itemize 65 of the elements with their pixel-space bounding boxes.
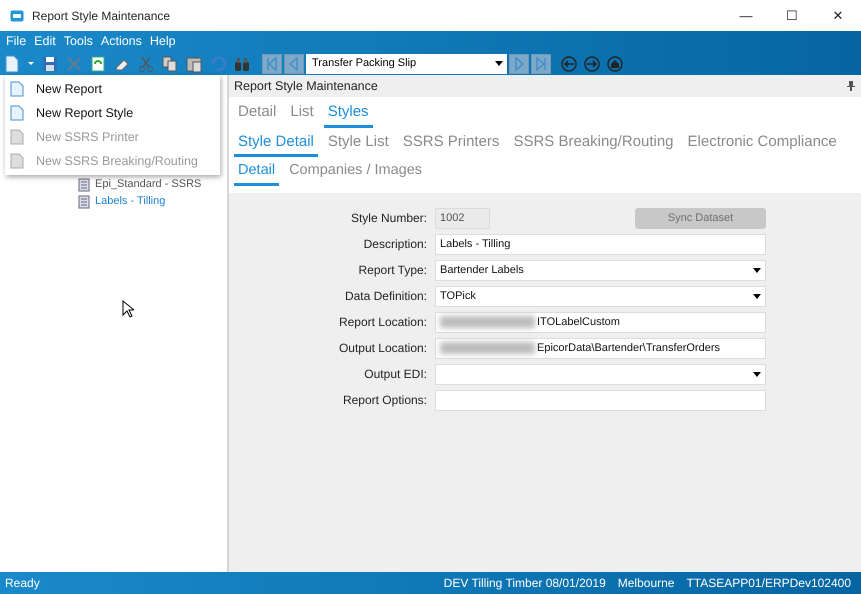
field-label: Report Type: (358, 262, 427, 280)
dropdown-icon (753, 294, 761, 299)
input-field[interactable]: Labels - Tilling (435, 234, 766, 255)
tab[interactable]: Style Detail (234, 130, 318, 157)
tree-item[interactable]: Labels - Tilling (95, 193, 166, 210)
tab[interactable]: Companies / Images (285, 160, 426, 186)
next-record-button[interactable] (509, 54, 529, 74)
status-text: Ready (5, 575, 40, 592)
panel-title: Report Style Maintenance (234, 78, 378, 95)
tab[interactable]: Styles (324, 101, 373, 128)
previous-record-button[interactable] (284, 54, 304, 74)
window-title: Report Style Maintenance (32, 8, 170, 24)
dropdown-icon (495, 61, 503, 66)
tab[interactable]: List (286, 101, 318, 128)
dropdown-field[interactable]: Bartender Labels (435, 260, 766, 281)
menu-item[interactable]: Tools (60, 32, 97, 51)
document-icon (10, 105, 24, 121)
menu-item[interactable]: Actions (96, 32, 146, 51)
report-icon (77, 194, 91, 208)
field-label: Output EDI: (363, 366, 427, 384)
minimize-button[interactable]: — (723, 0, 769, 31)
status-text: TTASEAPP01/ERPDev102400 (686, 575, 851, 592)
input-field[interactable]: ITOLabelCustom (435, 312, 766, 333)
document-icon (10, 81, 24, 97)
field-label: Data Definition: (344, 288, 427, 306)
home-icon[interactable] (607, 56, 623, 72)
input-field[interactable] (435, 390, 766, 411)
mouse-pointer-icon (122, 300, 134, 318)
input-field[interactable]: EpicorData\Bartender\TransferOrders (435, 338, 766, 359)
tab[interactable]: Detail (234, 160, 280, 186)
document-icon (10, 153, 24, 169)
dropdown-icon (753, 372, 761, 377)
menu-item[interactable]: File (2, 32, 30, 51)
pin-icon[interactable] (847, 81, 855, 91)
field-label: Description: (362, 236, 427, 254)
tab[interactable]: Detail (234, 101, 280, 128)
record-selector[interactable]: Transfer Packing Slip (306, 54, 507, 74)
dropdown-field[interactable] (435, 364, 766, 385)
tree-item[interactable]: Epi_Standard - SSRS (95, 176, 202, 193)
dropdown-field[interactable]: TOPick (435, 286, 766, 307)
field-label: Report Options: (342, 392, 427, 410)
tab[interactable]: Style List (324, 130, 393, 157)
field-label: Report Location: (338, 314, 427, 332)
maximize-button[interactable]: ☐ (769, 0, 815, 31)
status-text: DEV Tilling Timber 08/01/2019 (444, 575, 606, 592)
forward-icon[interactable] (584, 56, 600, 72)
input-field[interactable]: 1002 (435, 208, 490, 229)
dropdown-icon (753, 268, 761, 273)
status-text: Melbourne (618, 575, 674, 592)
tab[interactable]: SSRS Printers (398, 130, 504, 157)
close-button[interactable]: ✕ (815, 0, 861, 31)
field-label: Style Number: (350, 210, 427, 228)
first-record-button[interactable] (262, 54, 282, 74)
menu-item[interactable]: Help (146, 32, 180, 51)
tab[interactable]: SSRS Breaking/Routing (509, 130, 678, 157)
last-record-button[interactable] (531, 54, 551, 74)
document-icon (10, 129, 24, 145)
back-icon[interactable] (561, 56, 577, 72)
report-icon (77, 178, 91, 192)
app-icon (10, 10, 24, 22)
tab[interactable]: Electronic Compliance (684, 130, 841, 157)
menu-item[interactable]: Edit (30, 32, 60, 51)
menu-item[interactable]: New Report (5, 77, 220, 101)
menu-item[interactable]: New Report Style (5, 101, 220, 125)
field-label: Output Location: (338, 340, 427, 358)
